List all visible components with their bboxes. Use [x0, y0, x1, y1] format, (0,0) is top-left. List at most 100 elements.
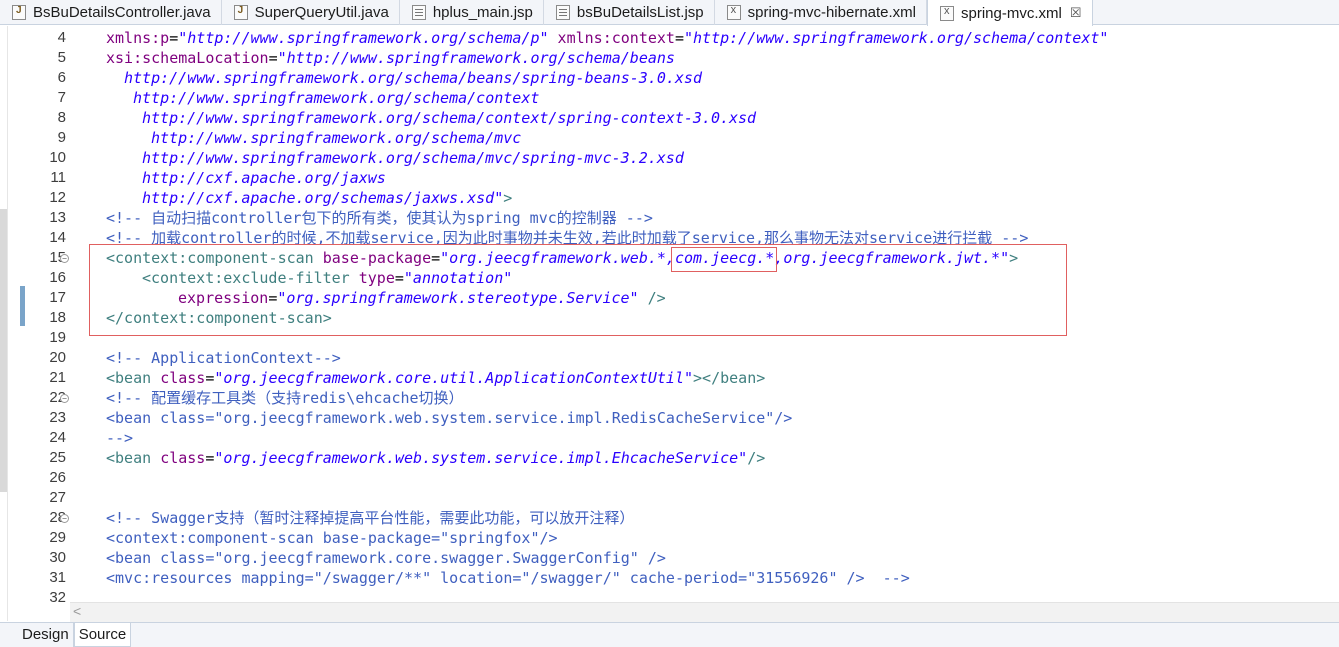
tab-label: BsBuDetailsController.java: [33, 4, 211, 21]
code-token: class: [160, 369, 206, 387]
line-number: 19: [49, 329, 66, 346]
code-line[interactable]: 22− <!-- 配置缓存工具类（支持redis\ehcache切换）: [8, 388, 1339, 408]
code-token: -->: [106, 429, 134, 447]
xml-file-icon: [940, 5, 955, 21]
line-number: 12: [49, 189, 66, 206]
code-line[interactable]: 4 xmlns:p="http://www.springframework.org…: [8, 28, 1339, 48]
code-text: http://cxf.apache.org/jaxws: [142, 168, 386, 188]
code-line[interactable]: 31 <mvc:resources mapping="/swagger/**" l…: [8, 568, 1339, 588]
fold-toggle-icon[interactable]: −: [60, 254, 69, 263]
code-line[interactable]: 7 http://www.springframework.org/schema/c…: [8, 88, 1339, 108]
code-line[interactable]: 21 <bean class="org.jeecgframework.core.u…: [8, 368, 1339, 388]
code-line[interactable]: 5 xsi:schemaLocation="http://www.springfr…: [8, 48, 1339, 68]
code-token: "annotation": [403, 269, 513, 287]
code-line[interactable]: 6 http://www.springframework.org/schema/b…: [8, 68, 1339, 88]
java-file-icon: [12, 5, 26, 20]
tab-hplus-main-jsp[interactable]: hplus_main.jsp: [400, 0, 544, 25]
fold-toggle-icon[interactable]: −: [60, 394, 69, 403]
code-line[interactable]: 20 <!-- ApplicationContext-->: [8, 348, 1339, 368]
code-text: </context:component-scan>: [106, 308, 332, 328]
code-line[interactable]: 13 <!-- 自动扫描controller包下的所有类，使其认为spring m…: [8, 208, 1339, 228]
code-line[interactable]: 26: [8, 468, 1339, 488]
tab-label: bsBuDetailsList.jsp: [576, 4, 704, 21]
code-line[interactable]: 18 </context:component-scan>: [8, 308, 1339, 328]
code-line[interactable]: 12 http://cxf.apache.org/schemas/jaxws.xs…: [8, 188, 1339, 208]
code-token: type: [358, 269, 395, 287]
line-number: 21: [49, 369, 66, 386]
code-text: http://www.springframework.org/schema/mv…: [151, 128, 521, 148]
code-line[interactable]: 11 http://cxf.apache.org/jaxws: [8, 168, 1339, 188]
scroll-left-icon[interactable]: <: [73, 603, 81, 619]
tab-spring-mvc-hibernate-xml[interactable]: spring-mvc-hibernate.xml: [715, 0, 928, 25]
code-text: <!-- 配置缓存工具类（支持redis\ehcache切换）: [106, 388, 464, 408]
code-line[interactable]: 29 <context:component-scan base-package="…: [8, 528, 1339, 548]
tab-bsbudetailscontroller-java[interactable]: BsBuDetailsController.java: [0, 0, 222, 25]
line-number: 11: [50, 169, 66, 186]
tab-design[interactable]: Design: [18, 623, 74, 647]
line-number: 32: [49, 589, 66, 602]
code-token: xmlns:context: [557, 29, 675, 47]
line-number: 5: [57, 49, 66, 66]
code-text: xsi:schemaLocation="http://www.springfra…: [106, 48, 675, 68]
code-token: <!-- ApplicationContext-->: [106, 349, 341, 367]
code-text: expression="org.springframework.stereoty…: [178, 288, 666, 308]
tab-spring-mvc-xml[interactable]: spring-mvc.xml ☒: [927, 0, 1093, 26]
line-number: 7: [57, 89, 66, 106]
code-line[interactable]: 27: [8, 488, 1339, 508]
code-line[interactable]: 25 <bean class="org.jeecgframework.web.sy…: [8, 448, 1339, 468]
code-text: <!-- 加载controller的时候,不加载service,因为此时事物并未…: [106, 228, 1028, 248]
line-number: 17: [49, 289, 66, 306]
code-token: <bean class="org.jeecgframework.core.swa…: [106, 549, 666, 567]
tab-label: SuperQueryUtil.java: [254, 4, 389, 21]
code-line[interactable]: 28− <!-- Swagger支持（暂时注释掉提高平台性能，需要此功能，可以放开…: [8, 508, 1339, 528]
code-line[interactable]: 24 -->: [8, 428, 1339, 448]
code-line[interactable]: 30 <bean class="org.jeecgframework.core.s…: [8, 548, 1339, 568]
tab-superqueryutil-java[interactable]: SuperQueryUtil.java: [222, 0, 400, 25]
line-number: 20: [49, 349, 66, 366]
code-text: <mvc:resources mapping="/swagger/**" loc…: [106, 568, 910, 588]
code-token: "org.springframework.stereotype.Service": [277, 289, 639, 307]
code-token: <!-- Swagger支持（暂时注释掉提高平台性能，需要此功能，可以放开注释）: [106, 509, 635, 527]
line-number: 27: [49, 489, 66, 506]
code-line[interactable]: 9 http://www.springframework.org/schema/m…: [8, 128, 1339, 148]
code-line[interactable]: 14 <!-- 加载controller的时候,不加载service,因为此时事物…: [8, 228, 1339, 248]
code-line[interactable]: 23 <bean class="org.jeecgframework.web.sy…: [8, 408, 1339, 428]
code-text: <!-- ApplicationContext-->: [106, 348, 341, 368]
code-token: http://www.springframework.org/schema/co…: [142, 109, 757, 127]
code-token: xsi:schemaLocation: [106, 49, 269, 67]
code-text: <bean class="org.jeecgframework.core.uti…: [106, 368, 765, 388]
code-token: <bean: [106, 369, 152, 387]
code-token: <mvc:resources mapping="/swagger/**" loc…: [106, 569, 910, 587]
code-line[interactable]: 19: [8, 328, 1339, 348]
jsp-file-icon: [411, 5, 426, 20]
line-number: 4: [57, 29, 66, 46]
code-text: <!-- 自动扫描controller包下的所有类，使其认为spring mvc…: [106, 208, 653, 228]
fold-toggle-icon[interactable]: −: [60, 514, 69, 523]
code-token: expression: [178, 289, 269, 307]
tab-source[interactable]: Source: [73, 623, 132, 647]
code-line[interactable]: 32: [8, 588, 1339, 602]
horizontal-scrollbar[interactable]: <: [70, 602, 1339, 622]
line-number: 16: [49, 269, 66, 286]
java-file-icon: [233, 5, 248, 20]
code-line[interactable]: 15− <context:component-scan base-package=…: [8, 248, 1339, 268]
code-text: http://www.springframework.org/schema/co…: [142, 108, 756, 128]
code-line[interactable]: 17 expression="org.springframework.stereo…: [8, 288, 1339, 308]
close-tab-icon[interactable]: ☒: [1070, 5, 1082, 21]
code-text: <bean class="org.jeecgframework.core.swa…: [106, 548, 666, 568]
code-line[interactable]: 10 http://www.springframework.org/schema/…: [8, 148, 1339, 168]
code-token: "http://www.springframework.org/schema/c…: [683, 29, 1109, 47]
code-token: http://www.springframework.org/schema/be…: [124, 69, 702, 87]
code-line[interactable]: 16 <context:exclude-filter type="annotati…: [8, 268, 1339, 288]
left-scroll-thumb[interactable]: [0, 209, 7, 492]
source-editor[interactable]: 4 xmlns:p="http://www.springframework.org…: [8, 26, 1339, 602]
tab-bsbudetailslist-jsp[interactable]: bsBuDetailsList.jsp: [544, 0, 715, 25]
code-text: http://www.springframework.org/schema/co…: [133, 88, 539, 108]
left-scroll-strip[interactable]: [0, 26, 8, 621]
code-line[interactable]: 8 http://www.springframework.org/schema/c…: [8, 108, 1339, 128]
code-text: <!-- Swagger支持（暂时注释掉提高平台性能，需要此功能，可以放开注释）: [106, 508, 634, 528]
